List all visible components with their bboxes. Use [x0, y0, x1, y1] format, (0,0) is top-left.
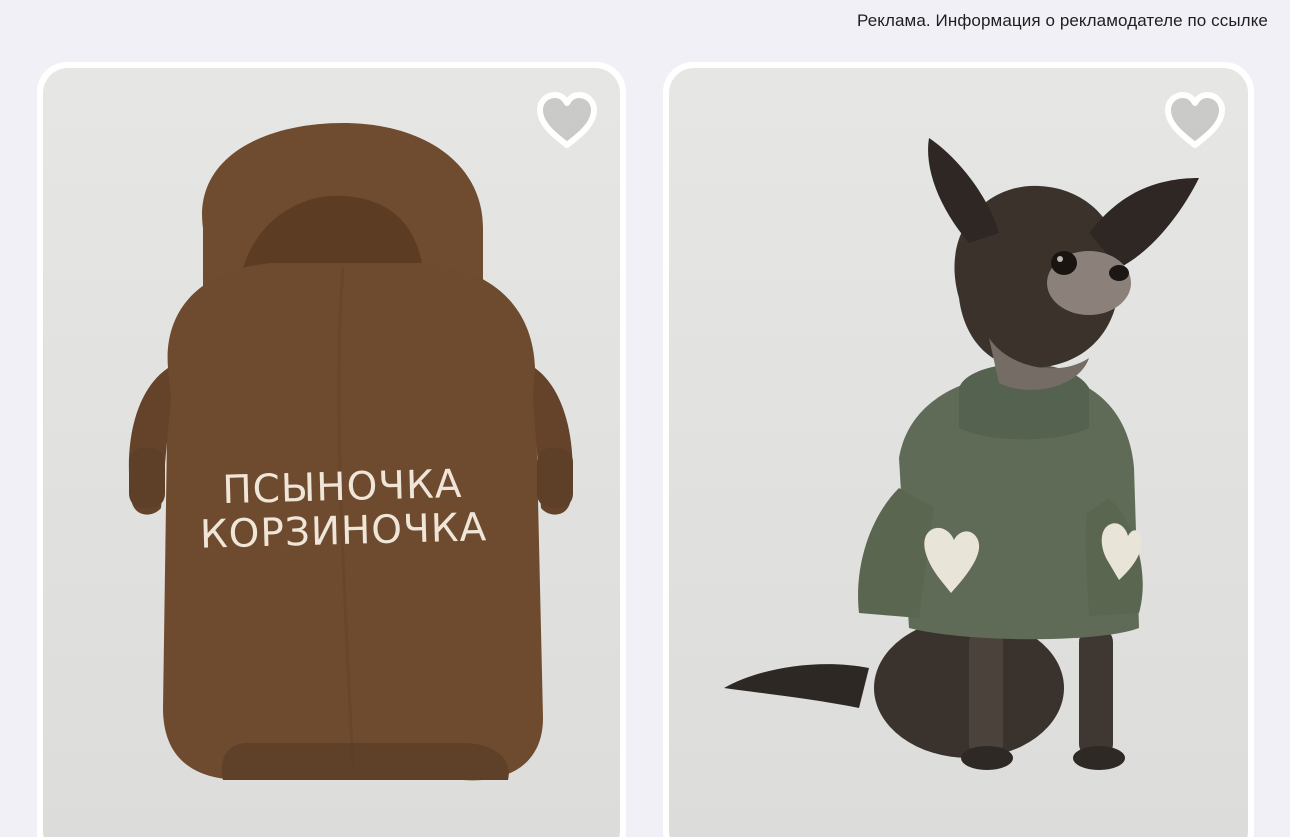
- heart-outline-icon: [1165, 92, 1225, 148]
- hoodie-print-line2: КОРЗИНОЧКА: [199, 505, 488, 558]
- product-image-hoodie[interactable]: ПСЫНОЧКА КОРЗИНОЧКА: [43, 68, 620, 837]
- ad-disclaimer-link[interactable]: Реклама. Информация о рекламодателе по с…: [857, 11, 1268, 31]
- ad-feed: Реклама. Информация о рекламодателе по с…: [0, 0, 1290, 837]
- product-card-hoodie[interactable]: ПСЫНОЧКА КОРЗИНОЧКА: [37, 62, 626, 837]
- heart-outline-icon: [537, 92, 597, 148]
- hoodie-illustration: [128, 123, 573, 781]
- favorite-button[interactable]: [1162, 90, 1228, 152]
- hoodie-print-text: ПСЫНОЧКА КОРЗИНОЧКА: [182, 462, 504, 558]
- product-card-dog-sweater[interactable]: [663, 62, 1254, 837]
- product-image-dog-sweater[interactable]: [669, 68, 1248, 837]
- favorite-button[interactable]: [534, 90, 600, 152]
- dog-illustration: [724, 138, 1199, 770]
